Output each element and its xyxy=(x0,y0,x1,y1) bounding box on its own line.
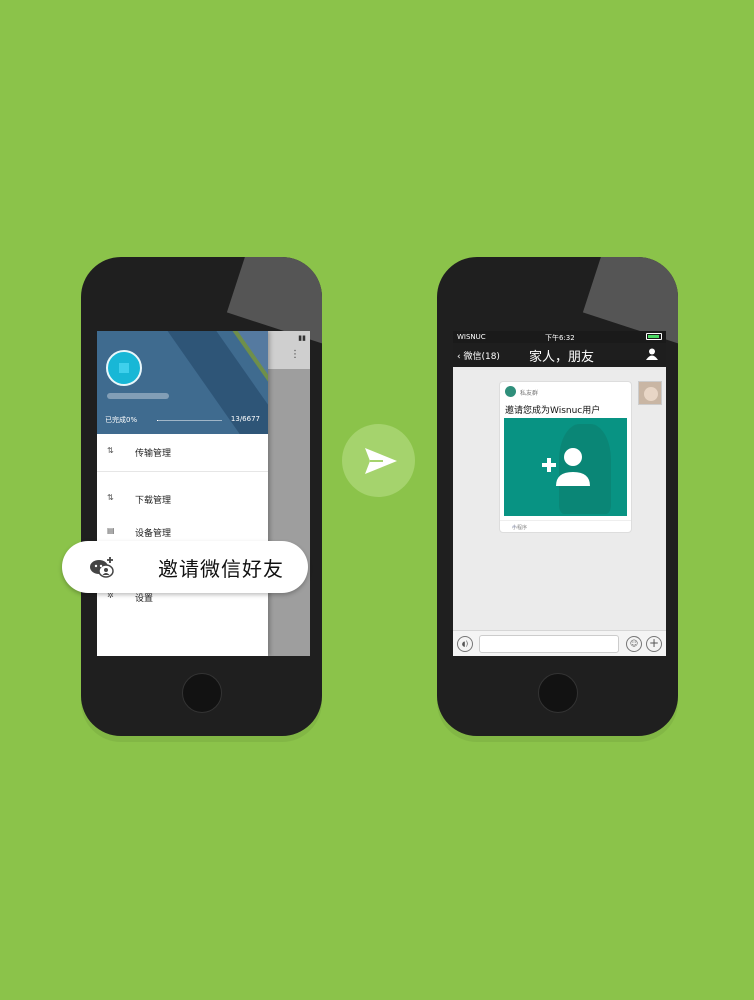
menu-item-download[interactable]: ⇅ 下载管理 xyxy=(97,488,268,510)
add-user-icon xyxy=(542,448,590,486)
chat-area: 私友群 邀请您成为Wisnuc用户 ∞ 小程序 xyxy=(453,367,666,630)
chat-title: 家人，朋友 xyxy=(529,350,595,365)
card-footer: ∞ 小程序 xyxy=(500,520,631,532)
drawer-header: 已完成0% 13/6677 xyxy=(97,331,268,434)
progress-bar xyxy=(157,420,222,421)
emoji-icon[interactable]: ☺ xyxy=(626,636,642,652)
download-icon: ⇅ xyxy=(107,493,114,502)
status-time: 下午6:32 xyxy=(545,334,575,342)
status-icons: ▮▮ xyxy=(298,334,306,342)
back-label: 微信(18) xyxy=(463,352,500,362)
background-app: ▮▮ ⋮ xyxy=(268,331,310,656)
battery-icon xyxy=(646,333,662,340)
voice-icon[interactable]: ◖) xyxy=(457,636,473,652)
user-avatar[interactable] xyxy=(106,350,142,386)
invite-wechat-friends-button[interactable]: 邀请微信好友 xyxy=(62,541,308,593)
status-bar: WISNUC 下午6:32 xyxy=(453,331,666,343)
menu-item-transfer[interactable]: ⇅ 传输管理 xyxy=(97,441,268,463)
right-phone: WISNUC 下午6:32 ‹ 微信(18) 家人，朋友 私友群 邀请您成为Wi… xyxy=(437,257,678,736)
invite-label: 邀请微信好友 xyxy=(158,557,284,581)
plus-icon[interactable]: + xyxy=(646,636,662,652)
left-screen: ▮▮ ⋮ 已完成0% 13/6677 ⇅ 传输管理 ⇅ 下载管理 ▤ 设备管理 … xyxy=(97,331,310,656)
source-icon xyxy=(505,386,516,397)
send-arrow-icon xyxy=(365,448,397,474)
chat-input-bar: ◖) ☺ + xyxy=(453,630,666,656)
card-title: 邀请您成为Wisnuc用户 xyxy=(505,406,601,416)
left-phone: ▮▮ ⋮ 已完成0% 13/6677 ⇅ 传输管理 ⇅ 下载管理 ▤ 设备管理 … xyxy=(81,257,322,736)
user-name-blurred xyxy=(107,393,169,399)
message-input[interactable] xyxy=(479,635,619,653)
navigation-drawer: 已完成0% 13/6677 ⇅ 传输管理 ⇅ 下载管理 ▤ 设备管理 ✲ 设置 xyxy=(97,331,268,656)
footer-label: 小程序 xyxy=(512,525,528,531)
backup-progress: 已完成0% 13/6677 xyxy=(105,415,260,425)
sender-avatar[interactable] xyxy=(638,381,662,405)
person-icon[interactable] xyxy=(646,348,658,360)
home-button[interactable] xyxy=(537,673,578,713)
more-icon[interactable]: ⋮ xyxy=(290,349,300,360)
menu-divider xyxy=(97,471,268,472)
right-screen: WISNUC 下午6:32 ‹ 微信(18) 家人，朋友 私友群 邀请您成为Wi… xyxy=(453,331,666,656)
mini-program-card[interactable]: 私友群 邀请您成为Wisnuc用户 ∞ 小程序 xyxy=(499,381,632,533)
menu-item-device[interactable]: ▤ 设备管理 xyxy=(97,521,268,543)
chat-nav-bar: ‹ 微信(18) 家人，朋友 xyxy=(453,343,666,367)
carrier-label: WISNUC xyxy=(457,333,486,341)
home-button[interactable] xyxy=(181,673,222,713)
card-image xyxy=(504,418,627,516)
progress-label: 已完成0% xyxy=(105,416,138,424)
source-label: 私友群 xyxy=(520,390,539,397)
progress-value: 13/6677 xyxy=(230,415,260,423)
transfer-icon: ⇅ xyxy=(107,446,114,455)
send-arrow xyxy=(342,424,415,497)
device-icon: ▤ xyxy=(107,526,115,535)
back-button[interactable]: ‹ 微信(18) xyxy=(457,349,500,362)
wechat-add-friend-icon xyxy=(90,557,114,578)
